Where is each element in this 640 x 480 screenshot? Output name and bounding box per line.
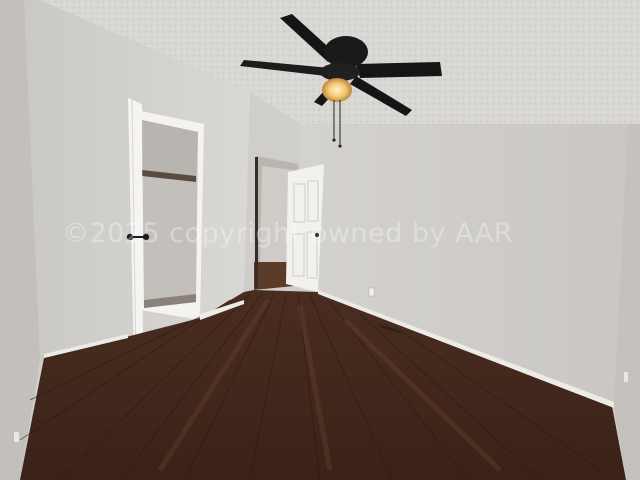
outlet-icon (368, 287, 375, 297)
hall-door-frame (255, 157, 258, 288)
outlet-icon (624, 372, 628, 382)
door-knob-icon (315, 233, 319, 237)
room-illustration (0, 0, 640, 480)
outlet-icon (14, 432, 19, 442)
bedroom-photo: ©2025 copyright owned by AAR (0, 0, 640, 480)
